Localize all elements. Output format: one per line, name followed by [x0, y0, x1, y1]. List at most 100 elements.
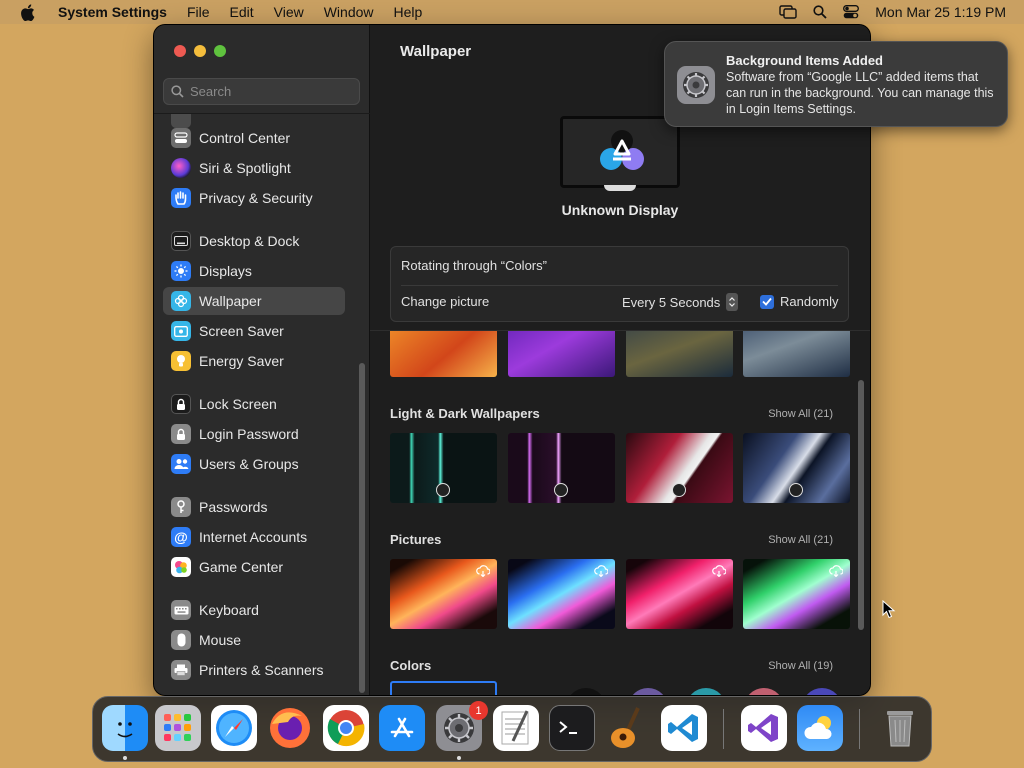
color-swatch[interactable]	[686, 688, 726, 695]
sidebar-item-energy-saver[interactable]: Energy Saver	[163, 347, 345, 375]
wallpaper-thumb[interactable]	[743, 559, 850, 629]
section-title-colors: Colors	[390, 658, 432, 673]
wallpaper-thumb[interactable]	[743, 331, 850, 377]
zoom-button[interactable]	[214, 45, 226, 57]
dark-light-icon	[789, 483, 803, 497]
search-field[interactable]	[163, 78, 360, 105]
menu-clock[interactable]: Mon Mar 25 1:19 PM	[875, 4, 1006, 20]
wallpaper-thumb[interactable]	[508, 331, 615, 377]
download-cloud-icon	[476, 564, 490, 578]
sidebar-scrollbar[interactable]	[359, 363, 365, 693]
minimize-button[interactable]	[194, 45, 206, 57]
menu-help[interactable]: Help	[394, 4, 423, 20]
wallpaper-thumb[interactable]	[390, 331, 497, 377]
screen-mirroring-icon[interactable]	[779, 5, 797, 19]
show-all-pictures[interactable]: Show All (21)	[768, 534, 833, 546]
visual-studio-icon[interactable]	[741, 705, 787, 751]
firefox-icon[interactable]	[267, 705, 313, 751]
menu-edit[interactable]: Edit	[230, 4, 254, 20]
finder-icon[interactable]	[102, 705, 148, 751]
sidebar-item-game-center[interactable]: Game Center	[163, 553, 345, 581]
textedit-icon[interactable]	[493, 705, 539, 751]
menu-app-name[interactable]: System Settings	[58, 4, 167, 20]
garageband-icon[interactable]	[605, 705, 651, 751]
randomly-checkbox[interactable]: Randomly	[760, 294, 839, 309]
wallpaper-gallery: Light & Dark Wallpapers Show All (21) Pi…	[370, 330, 870, 695]
app-store-icon[interactable]	[379, 705, 425, 751]
sidebar-item-lock-screen[interactable]: Lock Screen	[163, 390, 345, 418]
search-input[interactable]	[190, 84, 350, 99]
apple-menu-icon[interactable]	[18, 3, 36, 21]
sidebar-item-label: Lock Screen	[199, 396, 277, 412]
sidebar-item-label: Game Center	[199, 559, 284, 575]
terminal-icon[interactable]	[549, 705, 595, 751]
sidebar-item-login-password[interactable]: Login Password	[163, 420, 345, 448]
show-all-colors[interactable]: Show All (19)	[768, 660, 833, 672]
menu-window[interactable]: Window	[324, 4, 374, 20]
sidebar-item-mouse[interactable]: Mouse	[163, 626, 345, 654]
sidebar-item-control-center[interactable]: Control Center	[163, 124, 345, 152]
display-preview[interactable]	[560, 116, 680, 188]
notification-title: Background Items Added	[726, 53, 883, 68]
wallpaper-thumb[interactable]	[626, 559, 733, 629]
sidebar-item-wallpaper[interactable]: Wallpaper	[163, 287, 345, 315]
download-cloud-icon	[594, 564, 608, 578]
dock: 1	[92, 696, 932, 762]
close-button[interactable]	[174, 45, 186, 57]
dock-icon	[171, 231, 191, 251]
sidebar-item-passwords[interactable]: Passwords	[163, 493, 345, 521]
divider	[401, 285, 838, 286]
color-swatch[interactable]	[566, 688, 606, 695]
sidebar-item-printers-scanners[interactable]: Printers & Scanners	[163, 656, 345, 684]
wallpaper-thumb[interactable]	[626, 433, 733, 503]
dark-light-icon	[554, 483, 568, 497]
section-title-pictures: Pictures	[390, 532, 442, 547]
wallpaper-thumb[interactable]	[508, 559, 615, 629]
notification-body: Software from “Google LLC” added items t…	[726, 70, 994, 116]
weather-icon[interactable]	[797, 705, 843, 751]
color-swatch[interactable]	[744, 688, 784, 695]
notification-badge: 1	[469, 701, 488, 720]
sidebar-item-users-groups[interactable]: Users & Groups	[163, 450, 345, 478]
vscode-icon[interactable]	[661, 705, 707, 751]
wallpaper-thumb[interactable]	[390, 433, 497, 503]
randomly-label: Randomly	[780, 294, 839, 309]
bulb-icon	[171, 351, 191, 371]
sidebar-item-screen-saver[interactable]: Screen Saver	[163, 317, 345, 345]
sidebar-item-label: Privacy & Security	[199, 190, 313, 206]
sidebar-item-privacy-security[interactable]: Privacy & Security	[163, 184, 345, 212]
sidebar-item-displays[interactable]: Displays	[163, 257, 345, 285]
keyboard-icon	[171, 600, 191, 620]
wallpaper-thumb[interactable]	[508, 433, 615, 503]
main-scrollbar[interactable]	[858, 380, 864, 630]
launchpad-icon[interactable]	[155, 705, 201, 751]
menu-view[interactable]: View	[274, 4, 304, 20]
safari-icon[interactable]	[211, 705, 257, 751]
sidebar-item-internet-accounts[interactable]: @ Internet Accounts	[163, 523, 345, 551]
control-center-icon[interactable]	[843, 5, 860, 19]
color-swatch[interactable]	[628, 688, 668, 695]
wallpaper-thumb[interactable]	[743, 433, 850, 503]
at-icon: @	[171, 527, 191, 547]
trash-icon[interactable]	[877, 705, 923, 751]
change-interval-select[interactable]: Every 5 Seconds	[622, 292, 739, 312]
color-swatch[interactable]	[802, 688, 842, 695]
game-center-icon	[171, 557, 191, 577]
chrome-icon[interactable]	[323, 705, 369, 751]
running-indicator	[123, 756, 127, 760]
updown-chevron-icon	[726, 293, 739, 311]
wallpaper-thumb[interactable]	[626, 331, 733, 377]
background-items-notification[interactable]: Background Items Added Software from “Go…	[664, 41, 1008, 127]
sidebar-item-desktop-dock[interactable]: Desktop & Dock	[163, 227, 345, 255]
mouse-icon	[171, 630, 191, 650]
color-swatch-selected[interactable]	[390, 681, 497, 695]
sidebar-item-keyboard[interactable]: Keyboard	[163, 596, 345, 624]
dark-light-icon	[672, 483, 686, 497]
interval-value: Every 5 Seconds	[622, 294, 721, 310]
spotlight-search-icon[interactable]	[813, 5, 827, 19]
menu-file[interactable]: File	[187, 4, 210, 20]
wallpaper-thumb[interactable]	[390, 559, 497, 629]
show-all-light-dark[interactable]: Show All (21)	[768, 408, 833, 420]
sidebar-item-siri-spotlight[interactable]: Siri & Spotlight	[163, 154, 345, 182]
hand-icon	[171, 188, 191, 208]
